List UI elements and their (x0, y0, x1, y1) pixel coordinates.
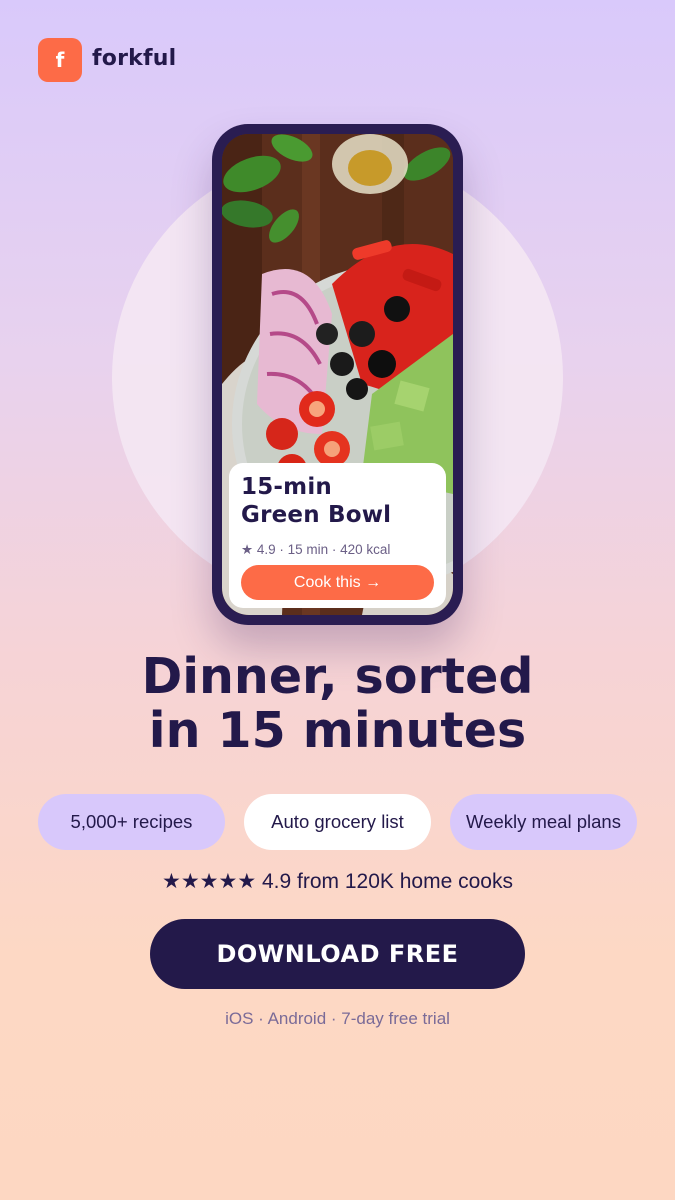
logo-badge: f (38, 38, 82, 82)
recipe-meta: ★ 4.9 · 15 min · 420 kcal (241, 542, 391, 557)
download-button[interactable]: DOWNLOAD FREE (150, 919, 525, 989)
phone-mockup: 15-min Green Bowl ★ 4.9 · 15 min · 420 k… (212, 124, 463, 625)
recipe-title: 15-min Green Bowl (241, 474, 392, 528)
cook-this-button[interactable]: Cook this → (241, 565, 434, 600)
brand-name: forkful (92, 46, 177, 71)
star-rating-icons: ★★★★★ (162, 870, 257, 893)
recipe-card[interactable]: 15-min Green Bowl ★ 4.9 · 15 min · 420 k… (229, 463, 446, 608)
feature-chip-grocery: Auto grocery list (244, 794, 431, 850)
rating-line: ★★★★★ 4.9 from 120K home cooks (0, 869, 675, 894)
phone-screen: 15-min Green Bowl ★ 4.9 · 15 min · 420 k… (222, 134, 453, 615)
rating-text: 4.9 from 120K home cooks (262, 870, 513, 893)
feature-chip-meal-plans: Weekly meal plans (450, 794, 637, 850)
headline: Dinner, sorted in 15 minutes (141, 648, 534, 759)
platforms-note: iOS · Android · 7-day free trial (225, 1009, 450, 1028)
feature-chip-recipes: 5,000+ recipes (38, 794, 225, 850)
